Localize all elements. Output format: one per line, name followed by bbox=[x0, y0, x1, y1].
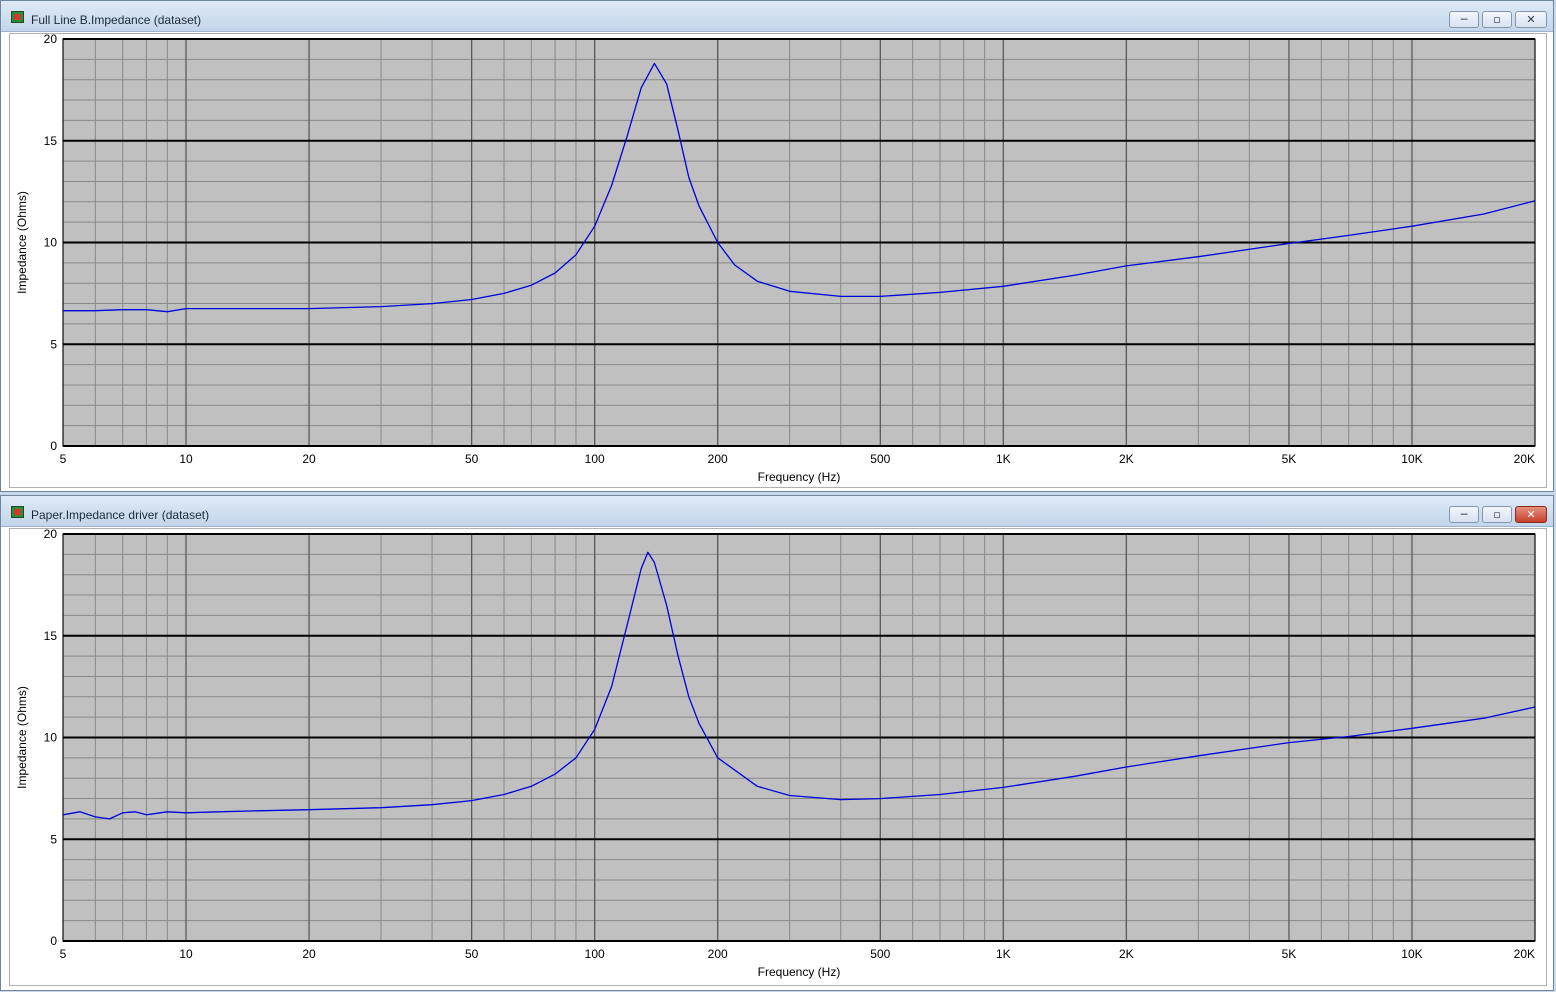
y-tick-label: 15 bbox=[44, 134, 58, 148]
maximize-button[interactable]: ▫ bbox=[1482, 506, 1512, 523]
x-tick-label: 50 bbox=[465, 452, 479, 466]
y-axis-label: Impedance (Ohms) bbox=[15, 191, 29, 294]
y-tick-label: 20 bbox=[44, 529, 58, 541]
x-tick-label: 10 bbox=[179, 452, 193, 466]
x-tick-label: 1K bbox=[996, 452, 1011, 466]
x-tick-label: 20 bbox=[302, 452, 316, 466]
x-tick-label: 100 bbox=[585, 947, 605, 961]
x-tick-label: 500 bbox=[870, 947, 890, 961]
y-tick-label: 5 bbox=[50, 832, 57, 846]
window-titlebar[interactable]: Full Line B.Impedance (dataset) ─ ▫ ✕ bbox=[1, 1, 1553, 32]
x-tick-label: 1K bbox=[996, 947, 1011, 961]
x-tick-label: 200 bbox=[708, 947, 728, 961]
x-tick-label: 10K bbox=[1401, 452, 1422, 466]
close-button[interactable]: ✕ bbox=[1515, 11, 1547, 28]
close-button[interactable]: ✕ bbox=[1515, 506, 1547, 523]
y-tick-label: 15 bbox=[44, 629, 58, 643]
impedance-chart[interactable]: 051015205 10 20 50 100 200 500 1K 2K 5K 10K 20KFreq… bbox=[10, 32, 1546, 487]
x-tick-label: 50 bbox=[465, 947, 479, 961]
window-title: Paper.Impedance driver (dataset) bbox=[31, 508, 210, 522]
x-tick-label: 2K bbox=[1119, 947, 1134, 961]
app-icon[interactable] bbox=[11, 11, 24, 23]
x-axis-label: Frequency (Hz) bbox=[758, 470, 841, 484]
x-tick-label: 20K bbox=[1514, 947, 1535, 961]
y-tick-label: 10 bbox=[44, 731, 58, 745]
app-icon[interactable] bbox=[11, 506, 24, 518]
x-tick-label: 5 bbox=[60, 947, 67, 961]
y-tick-label: 0 bbox=[50, 439, 57, 453]
impedance-window-paper-driver: Paper.Impedance driver (dataset) ─ ▫ ✕ 0… bbox=[0, 495, 1554, 991]
maximize-button[interactable]: ▫ bbox=[1482, 11, 1512, 28]
x-tick-label: 20K bbox=[1514, 452, 1535, 466]
x-tick-label: 2K bbox=[1119, 452, 1134, 466]
x-tick-label: 200 bbox=[708, 452, 728, 466]
y-axis-label: Impedance (Ohms) bbox=[15, 686, 29, 789]
x-tick-label: 5K bbox=[1282, 947, 1297, 961]
y-tick-label: 0 bbox=[50, 934, 57, 948]
impedance-chart[interactable]: 051015205 10 20 50 100 200 500 1K 2K 5K 10K 20KFreq… bbox=[10, 527, 1546, 985]
window-titlebar[interactable]: Paper.Impedance driver (dataset) ─ ▫ ✕ bbox=[1, 496, 1553, 527]
x-tick-label: 5 bbox=[60, 452, 67, 466]
window-title: Full Line B.Impedance (dataset) bbox=[31, 13, 202, 27]
impedance-window-full-line: Full Line B.Impedance (dataset) ─ ▫ ✕ 05… bbox=[0, 0, 1554, 492]
x-tick-label: 100 bbox=[585, 452, 605, 466]
x-tick-label: 20 bbox=[302, 947, 316, 961]
chart-area[interactable]: 0 5 10 15 20 5 10 20 50 100 200 500 1K 2K 5K 10K 20K Freq… bbox=[9, 32, 1547, 488]
x-tick-label: 10K bbox=[1401, 947, 1422, 961]
x-tick-label: 500 bbox=[870, 452, 890, 466]
y-tick-label: 10 bbox=[44, 236, 58, 250]
y-tick-label: 20 bbox=[44, 34, 58, 46]
minimize-button[interactable]: ─ bbox=[1449, 506, 1479, 523]
minimize-button[interactable]: ─ bbox=[1449, 11, 1479, 28]
y-tick-label: 5 bbox=[50, 337, 57, 351]
x-tick-label: 5K bbox=[1282, 452, 1297, 466]
x-tick-label: 10 bbox=[179, 947, 193, 961]
chart-area[interactable]: 0 5 10 15 20 5 10 20 50 100 200 500 1K 2K 5K 10K 20K Freq… bbox=[9, 527, 1547, 986]
x-axis-label: Frequency (Hz) bbox=[758, 965, 841, 979]
